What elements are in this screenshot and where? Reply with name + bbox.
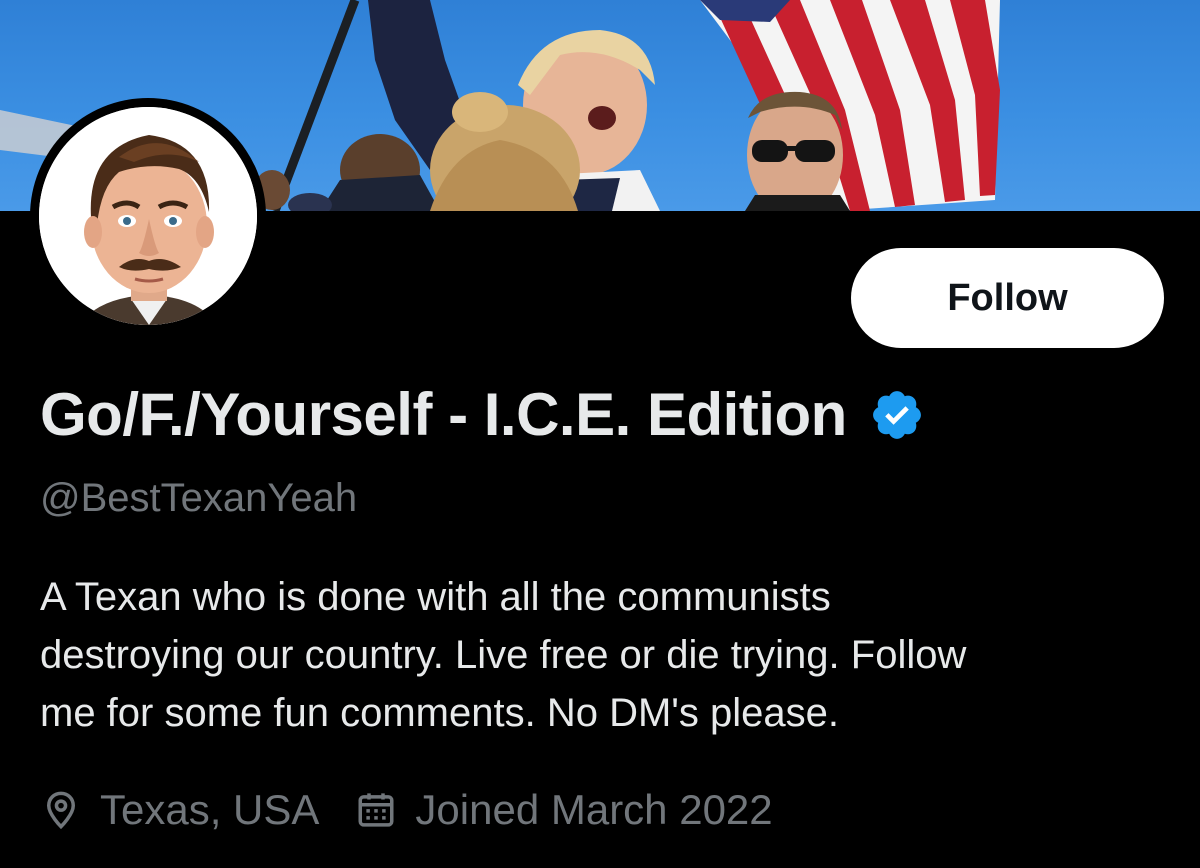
profile-avatar[interactable] bbox=[30, 98, 266, 334]
profile-page: Follow Go/F./Yourself - I.C.E. Edition @… bbox=[0, 0, 1200, 868]
bio-line: me for some fun comments. No DM's please… bbox=[40, 691, 840, 735]
joined-text: Joined March 2022 bbox=[415, 786, 773, 833]
display-name-row: Go/F./Yourself - I.C.E. Edition bbox=[40, 380, 925, 449]
profile-bio: A Texan who is done with all the communi… bbox=[40, 568, 1170, 742]
location-item: Texas, USA bbox=[40, 786, 319, 834]
profile-handle: @BestTexanYeah bbox=[40, 476, 358, 520]
profile-meta-row: Texas, USA Joined March 2022 bbox=[40, 786, 773, 834]
location-text: Texas, USA bbox=[100, 786, 320, 833]
verified-badge-icon[interactable] bbox=[869, 387, 925, 443]
display-name: Go/F./Yourself - I.C.E. Edition bbox=[40, 381, 847, 448]
location-pin-icon bbox=[40, 789, 82, 831]
bio-line: destroying our country. Live free or die… bbox=[40, 633, 967, 677]
avatar-illustration bbox=[39, 107, 257, 325]
bio-line: A Texan who is done with all the communi… bbox=[40, 575, 831, 619]
calendar-icon bbox=[355, 789, 397, 831]
avatar-image bbox=[39, 107, 257, 325]
follow-button[interactable]: Follow bbox=[851, 248, 1164, 348]
joined-item: Joined March 2022 bbox=[355, 786, 773, 834]
